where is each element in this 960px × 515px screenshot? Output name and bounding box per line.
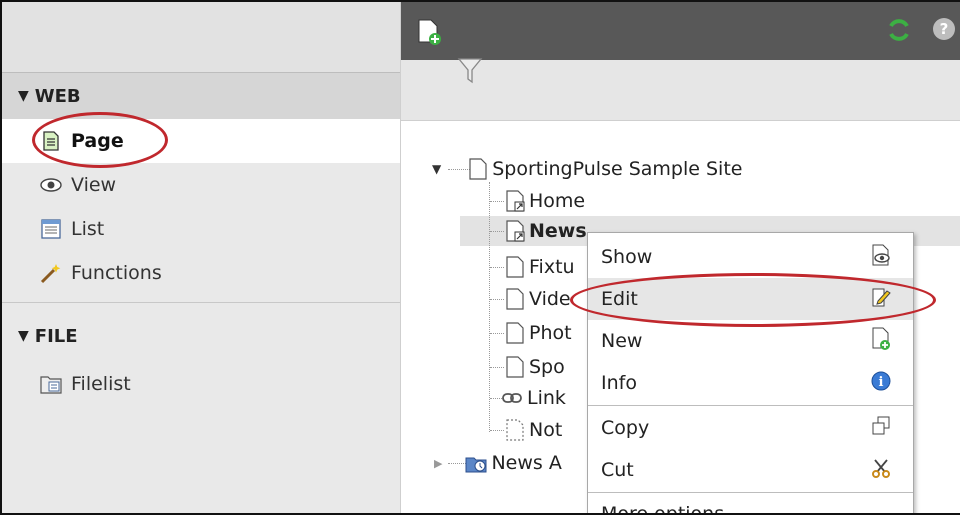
tree-connector (490, 299, 504, 300)
tree-node-photos[interactable]: Phot (506, 319, 572, 347)
page-tree-toolbar: ? (401, 2, 960, 60)
sidebar-item-page[interactable]: Page (2, 119, 400, 163)
copy-icon (871, 416, 891, 441)
menu-item-label: Info (601, 372, 637, 394)
group-web-label: WEB (34, 85, 81, 107)
expand-triangle-icon[interactable]: ▶ (434, 457, 442, 470)
hidden-page-icon (506, 418, 526, 442)
sidebar-item-label: Page (71, 130, 124, 152)
page-icon (506, 287, 526, 311)
scissors-icon (871, 458, 891, 483)
show-icon (871, 244, 891, 271)
page-icon (40, 130, 62, 152)
sysfolder-icon (464, 451, 488, 475)
tree-root-node[interactable]: ▼ SportingPulse Sample Site (432, 155, 742, 183)
menu-item-label: More options... (601, 503, 743, 515)
filter-icon[interactable] (457, 56, 483, 86)
page-icon (506, 321, 526, 345)
info-icon: i (871, 371, 891, 396)
tree-node-label: Fixtu (529, 256, 575, 278)
tree-connector (490, 267, 504, 268)
tree-node-label: Vide (529, 288, 571, 310)
collapse-triangle-icon: ▼ (18, 88, 29, 104)
tree-connector (490, 430, 504, 431)
sidebar-item-label: Filelist (71, 373, 131, 395)
tree-node-news-archive[interactable]: ▶ News A (434, 449, 562, 477)
tree-node-label: News (529, 220, 587, 242)
module-menu: ▼ WEB Page View List Functions ▼ FILE Fi… (2, 2, 401, 513)
tree-node-label: SportingPulse Sample Site (492, 158, 743, 180)
tree-node-links[interactable]: Link (502, 384, 566, 412)
menu-item-label: New (601, 330, 643, 352)
module-menu-header (2, 2, 400, 72)
collapse-triangle-icon: ▼ (18, 328, 29, 344)
expand-triangle-icon[interactable]: ▼ (432, 162, 441, 176)
help-icon[interactable]: ? (931, 16, 957, 42)
sidebar-item-filelist[interactable]: Filelist (2, 362, 400, 406)
filelist-icon (40, 373, 62, 395)
menu-separator (588, 405, 913, 406)
tree-connector (490, 333, 504, 334)
new-icon (871, 327, 891, 356)
sidebar-item-label: View (71, 174, 117, 196)
new-page-icon[interactable] (417, 18, 441, 46)
tree-node-fixtures[interactable]: Fixtu (506, 253, 575, 281)
tree-node-videos[interactable]: Vide (506, 285, 571, 313)
tree-connector (490, 367, 504, 368)
link-icon (502, 386, 524, 410)
menu-item-new[interactable]: New (588, 320, 913, 362)
page-icon (506, 255, 526, 279)
application-frame: ▼ WEB Page View List Functions ▼ FILE Fi… (0, 0, 960, 515)
group-web-header[interactable]: ▼ WEB (2, 72, 400, 120)
tree-connector (490, 231, 504, 232)
sidebar-item-label: Functions (71, 262, 162, 284)
sidebar-item-functions[interactable]: Functions (2, 251, 400, 295)
eye-icon (40, 174, 62, 196)
page-icon (469, 157, 489, 181)
menu-item-more-options[interactable]: More options... (588, 493, 913, 515)
tree-node-label: Not (529, 419, 563, 441)
wand-icon (40, 262, 62, 284)
tree-node-home[interactable]: Home (506, 187, 585, 215)
sidebar-item-view[interactable]: View (2, 163, 400, 207)
sidebar-divider (2, 302, 400, 303)
menu-item-cut[interactable]: Cut (588, 449, 913, 491)
tree-node-label: Phot (529, 322, 572, 344)
tree-node-label: News A (491, 452, 562, 474)
sidebar-item-label: List (71, 218, 105, 240)
tree-connector (489, 182, 490, 432)
menu-item-edit[interactable]: Edit (588, 278, 913, 320)
svg-text:i: i (879, 375, 884, 390)
shortcut-page-icon (506, 189, 526, 213)
menu-item-label: Copy (601, 417, 650, 439)
menu-item-label: Cut (601, 459, 634, 481)
tree-node-news[interactable]: News (506, 217, 587, 245)
menu-item-copy[interactable]: Copy (588, 407, 913, 449)
toolbar-subbar (401, 58, 960, 121)
group-file-label: FILE (34, 325, 78, 347)
list-icon (40, 218, 62, 240)
context-menu: Show Edit New Info i Copy Cut More optio… (587, 232, 914, 515)
tree-node-label: Link (527, 387, 566, 409)
edit-icon (871, 286, 891, 313)
menu-item-label: Show (601, 246, 653, 268)
tree-node-not-in-menu[interactable]: Not (506, 416, 562, 444)
page-icon (506, 355, 526, 379)
tree-node-label: Spo (529, 356, 565, 378)
refresh-icon[interactable] (887, 18, 911, 42)
menu-item-show[interactable]: Show (588, 236, 913, 278)
svg-text:?: ? (940, 20, 949, 38)
tree-connector (490, 201, 504, 202)
group-file-header[interactable]: ▼ FILE (2, 312, 400, 360)
menu-item-info[interactable]: Info i (588, 362, 913, 404)
tree-node-sponsors[interactable]: Spo (506, 353, 565, 381)
shortcut-page-icon (506, 219, 526, 243)
sidebar-item-list[interactable]: List (2, 207, 400, 251)
tree-node-label: Home (529, 190, 586, 212)
menu-item-label: Edit (601, 288, 638, 310)
